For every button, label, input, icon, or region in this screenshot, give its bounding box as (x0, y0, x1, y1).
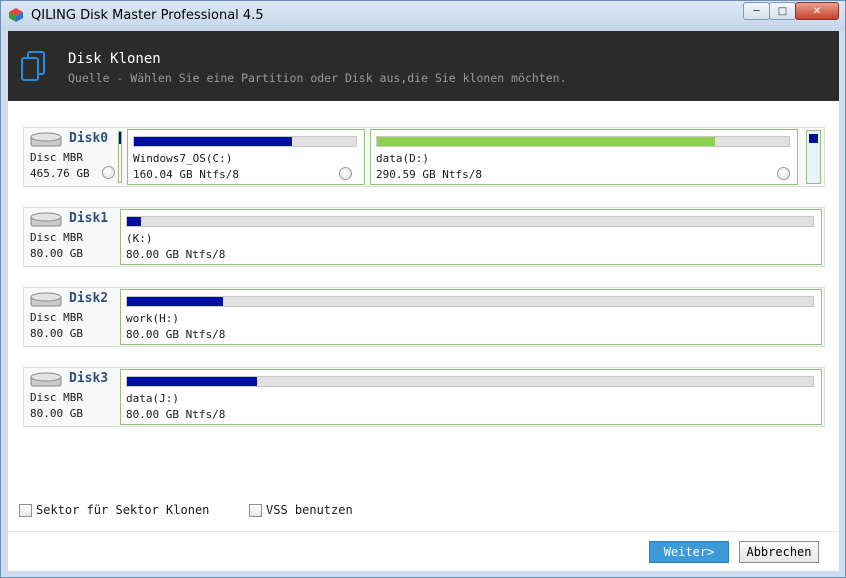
footer-divider (8, 531, 839, 532)
wizard-header: Disk Klonen Quelle - Wählen Sie eine Par… (8, 31, 839, 101)
scrollbar-thumb[interactable] (809, 134, 818, 143)
partition-d[interactable]: data(D:) 290.59 GB Ntfs/8 (370, 129, 798, 185)
disk-info[interactable]: Disk3 Disc MBR 80.00 GB (24, 368, 119, 426)
usage-fill (127, 217, 141, 226)
partition-divider (118, 131, 122, 183)
app-logo-icon (9, 8, 23, 22)
partition-label: data(D:) (376, 152, 429, 165)
title-bar[interactable]: QILING Disk Master Professional 4.5 ─ □ … (1, 1, 845, 31)
partition-h[interactable]: work(H:) 80.00 GB Ntfs/8 (120, 289, 822, 345)
disk-name: Disk1 (69, 211, 109, 226)
minimize-button[interactable]: ─ (743, 2, 770, 20)
usage-bar (133, 136, 357, 147)
vss-option[interactable]: VSS benutzen (249, 503, 353, 517)
disk-row[interactable]: Disk3 Disc MBR 80.00 GB data(J:) 80.00 G… (23, 367, 825, 427)
usage-bar (126, 296, 814, 307)
disk-clone-icon (21, 51, 45, 81)
cancel-button[interactable]: Abbrechen (739, 541, 819, 563)
disk-type: Disc MBR (30, 231, 83, 244)
partition-size: 80.00 GB Ntfs/8 (126, 248, 226, 261)
partition-label: work(H:) (126, 312, 179, 325)
page-title: Disk Klonen (68, 51, 161, 67)
close-button[interactable]: ✕ (795, 2, 839, 20)
usage-fill (127, 377, 258, 386)
disk-type: Disc MBR (30, 391, 83, 404)
partition-j[interactable]: data(J:) 80.00 GB Ntfs/8 (120, 369, 822, 425)
partition-c[interactable]: Windows7_OS(C:) 160.04 GB Ntfs/8 (127, 129, 365, 185)
disk-name: Disk2 (69, 291, 109, 306)
disk-info[interactable]: Disk0 Disc MBR 465.76 GB (24, 128, 119, 186)
partition-k[interactable]: (K:) 80.00 GB Ntfs/8 (120, 209, 822, 265)
partition-radio[interactable] (339, 167, 352, 180)
disk-size: 80.00 GB (30, 327, 83, 340)
window-controls: ─ □ ✕ (743, 2, 839, 20)
disk-size: 80.00 GB (30, 247, 83, 260)
partition-size: 160.04 GB Ntfs/8 (133, 168, 239, 181)
disk-row[interactable]: Disk0 Disc MBR 465.76 GB Windows7_OS(C:)… (23, 127, 825, 187)
disk-row[interactable]: Disk2 Disc MBR 80.00 GB work(H:) 80.00 G… (23, 287, 825, 347)
partition-radio[interactable] (777, 167, 790, 180)
hard-disk-icon (30, 372, 62, 387)
next-button[interactable]: Weiter> (649, 541, 729, 563)
partition-size: 80.00 GB Ntfs/8 (126, 328, 226, 341)
sector-clone-label: Sektor für Sektor Klonen (36, 503, 210, 517)
hard-disk-icon (30, 292, 62, 307)
disk-size: 80.00 GB (30, 407, 83, 420)
page-subtitle: Quelle - Wählen Sie eine Partition oder … (68, 71, 567, 85)
main-content: Disk0 Disc MBR 465.76 GB Windows7_OS(C:)… (8, 101, 839, 571)
disk-type: Disc MBR (30, 311, 83, 324)
disk-info[interactable]: Disk2 Disc MBR 80.00 GB (24, 288, 119, 346)
disk-row[interactable]: Disk1 Disc MBR 80.00 GB (K:) 80.00 GB Nt… (23, 207, 825, 267)
hard-disk-icon (30, 132, 62, 147)
window-title: QILING Disk Master Professional 4.5 (31, 8, 264, 23)
usage-fill (134, 137, 292, 146)
disk-radio[interactable] (102, 166, 115, 179)
disk-type: Disc MBR (30, 151, 83, 164)
app-window: QILING Disk Master Professional 4.5 ─ □ … (0, 0, 846, 578)
disk-info[interactable]: Disk1 Disc MBR 80.00 GB (24, 208, 119, 266)
partition-label: (K:) (126, 232, 153, 245)
sector-clone-option[interactable]: Sektor für Sektor Klonen (19, 503, 209, 517)
partition-label: Windows7_OS(C:) (133, 152, 233, 165)
disk-name: Disk0 (69, 131, 109, 146)
scrollbar[interactable] (806, 130, 821, 184)
usage-bar (126, 216, 814, 227)
usage-fill (377, 137, 715, 146)
maximize-button[interactable]: □ (769, 2, 796, 20)
partition-label: data(J:) (126, 392, 179, 405)
vss-checkbox[interactable] (249, 503, 262, 517)
sector-clone-checkbox[interactable] (19, 503, 32, 517)
partition-size: 290.59 GB Ntfs/8 (376, 168, 482, 181)
hard-disk-icon (30, 212, 62, 227)
disk-size: 465.76 GB (30, 167, 90, 180)
partition-size: 80.00 GB Ntfs/8 (126, 408, 226, 421)
usage-bar (126, 376, 814, 387)
disk-name: Disk3 (69, 371, 109, 386)
usage-fill (127, 297, 224, 306)
vss-label: VSS benutzen (266, 503, 353, 517)
usage-bar (376, 136, 790, 147)
